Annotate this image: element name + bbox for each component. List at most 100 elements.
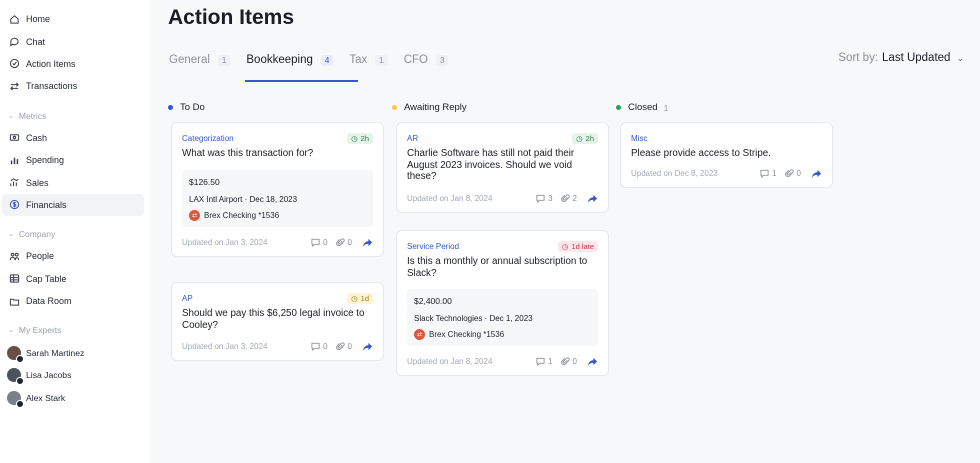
sidebar-item-label: Chat	[26, 36, 46, 47]
section-header-metrics[interactable]: ⌄ Metrics	[0, 105, 150, 127]
expert-lisa-jacobs[interactable]: Lisa Jacobs	[0, 364, 150, 387]
attachments-count[interactable]: 0	[784, 169, 801, 178]
comment-icon	[311, 342, 320, 351]
chevron-down-icon: ⌄	[8, 231, 14, 239]
action-item-card[interactable]: Misc Please provide access to Stripe. Up…	[620, 122, 833, 188]
sidebar-item-label: Cash	[26, 132, 48, 143]
forward-icon[interactable]	[362, 341, 373, 352]
time-badge: ◷ 1d	[347, 292, 373, 304]
sidebar-item-people[interactable]: People	[0, 245, 150, 267]
active-tab-indicator	[245, 80, 358, 82]
sort-label: Sort by:	[838, 52, 879, 64]
clock-icon: ◷	[351, 293, 358, 303]
tab-tax[interactable]: Tax 1	[349, 46, 388, 74]
sort-dropdown[interactable]: Sort by: Last Updated ⌄	[838, 52, 964, 64]
card-title: Is this a monthly or annual subscription…	[407, 256, 588, 279]
sidebar-item-sales[interactable]: Sales	[0, 171, 150, 193]
card-title: Please provide access to Stripe.	[631, 148, 771, 159]
sidebar-item-spending[interactable]: Spending	[0, 149, 150, 171]
chat-icon	[8, 36, 20, 48]
card-title: Charlie Software has still not paid thei…	[407, 148, 575, 182]
status-dot	[168, 105, 173, 110]
card-title: Should we pay this $6,250 legal invoice …	[182, 308, 365, 331]
bank-logo-icon: ⇄	[414, 329, 425, 340]
sidebar-item-label: Action Items	[26, 58, 76, 69]
tab-count: 3	[435, 54, 449, 66]
transaction-merchant: LAX Intl Airport · Dec 18, 2023	[189, 194, 298, 204]
tab-bookkeeping[interactable]: Bookkeeping 4	[246, 46, 334, 74]
comments-count[interactable]: 3	[536, 194, 553, 203]
section-header-company[interactable]: ⌄ Company	[0, 223, 150, 245]
sidebar-item-cap-table[interactable]: Cap Table	[0, 268, 150, 290]
comments-count[interactable]: 0	[311, 238, 328, 247]
sidebar-item-financials[interactable]: Financials	[2, 193, 144, 217]
action-item-card[interactable]: Service Period ◷ 1d late Is this a monthl…	[396, 230, 609, 376]
swap-icon	[8, 80, 20, 92]
card-title: What was this transaction for?	[182, 148, 314, 159]
comment-icon	[760, 169, 769, 178]
attachments-count[interactable]: 0	[335, 342, 352, 351]
chevron-down-icon: ⌄	[956, 52, 964, 63]
table-icon	[8, 273, 20, 285]
action-item-card[interactable]: AP ◷ 1d Should we pay this $6,250 legal i…	[171, 282, 384, 361]
sidebar-item-chat[interactable]: Chat	[0, 30, 150, 52]
clock-icon: ◷	[561, 241, 569, 251]
forward-icon[interactable]	[362, 237, 373, 248]
transaction-account: ⇄ Brex Checking *1536	[414, 329, 591, 340]
avatar	[7, 345, 24, 363]
sidebar-item-label: Transactions	[26, 81, 78, 92]
transaction-merchant: Slack Technologies · Dec 1, 2023	[414, 314, 533, 323]
sidebar: Home Chat Action Items Transactions ⌄ Me…	[0, 0, 150, 463]
status-dot	[616, 105, 621, 110]
expert-alex-stark[interactable]: Alex Stark	[0, 386, 150, 409]
sidebar-item-label: People	[26, 251, 55, 262]
paperclip-icon	[335, 342, 345, 350]
expert-name: Sarah Martinez	[26, 347, 85, 358]
comments-count[interactable]: 0	[311, 342, 328, 351]
forward-icon[interactable]	[587, 356, 598, 367]
card-updated: Updated on Jan 3, 2024	[182, 237, 268, 247]
sales-icon	[8, 177, 20, 189]
bar-chart-icon	[8, 154, 20, 166]
attachments-count[interactable]: 0	[335, 238, 352, 247]
sidebar-item-action-items[interactable]: Action Items	[0, 53, 150, 75]
tab-count: 1	[375, 54, 388, 66]
tab-cfo[interactable]: CFO 3	[404, 46, 449, 74]
sidebar-item-label: Home	[26, 14, 51, 25]
page-title: Action Items	[168, 6, 295, 29]
forward-icon[interactable]	[587, 193, 598, 204]
expert-sarah-martinez[interactable]: Sarah Martinez	[0, 341, 150, 364]
comment-icon	[311, 238, 320, 247]
sidebar-item-label: Sales	[26, 177, 49, 188]
sidebar-item-label: Cap Table	[26, 273, 67, 284]
action-item-card[interactable]: Categorization ◷ 2h What was this transac…	[171, 122, 384, 257]
transaction-amount: $126.50	[189, 176, 220, 187]
action-item-card[interactable]: AR ◷ 2h Charlie Software has still not pa…	[396, 122, 609, 213]
chevron-down-icon: ⌄	[8, 327, 14, 335]
transaction-detail: $2,400.00 Slack Technologies · Dec 1, 20…	[407, 289, 598, 346]
status-badge	[16, 399, 24, 408]
sort-value: Last Updated	[882, 52, 951, 64]
sidebar-item-home[interactable]: Home	[0, 8, 150, 30]
forward-icon[interactable]	[811, 168, 822, 179]
card-category: Service Period	[407, 241, 460, 251]
sidebar-item-transactions[interactable]: Transactions	[0, 75, 150, 97]
sidebar-item-label: Spending	[26, 155, 65, 166]
expert-name: Lisa Jacobs	[26, 370, 72, 381]
section-header-my-experts[interactable]: ⌄ My Experts	[0, 319, 150, 341]
column-header-closed: Closed 1	[616, 102, 668, 113]
attachments-count[interactable]: 0	[560, 357, 577, 366]
attachments-count[interactable]: 2	[560, 194, 577, 203]
sidebar-item-data-room[interactable]: Data Room	[0, 290, 150, 312]
tab-general[interactable]: General 1	[169, 46, 231, 74]
card-updated: Updated on Dec 8, 2023	[631, 168, 718, 178]
clock-icon: ◷	[576, 133, 583, 143]
expert-name: Alex Stark	[26, 392, 66, 403]
sidebar-item-label: Data Room	[26, 296, 72, 307]
sidebar-item-cash[interactable]: Cash	[0, 127, 150, 149]
main-content: Action Items General 1 Bookkeeping 4 Tax…	[150, 0, 980, 463]
paperclip-icon	[560, 357, 570, 365]
comments-count[interactable]: 1	[760, 169, 777, 178]
comments-count[interactable]: 1	[536, 357, 553, 366]
cash-icon	[8, 132, 20, 144]
